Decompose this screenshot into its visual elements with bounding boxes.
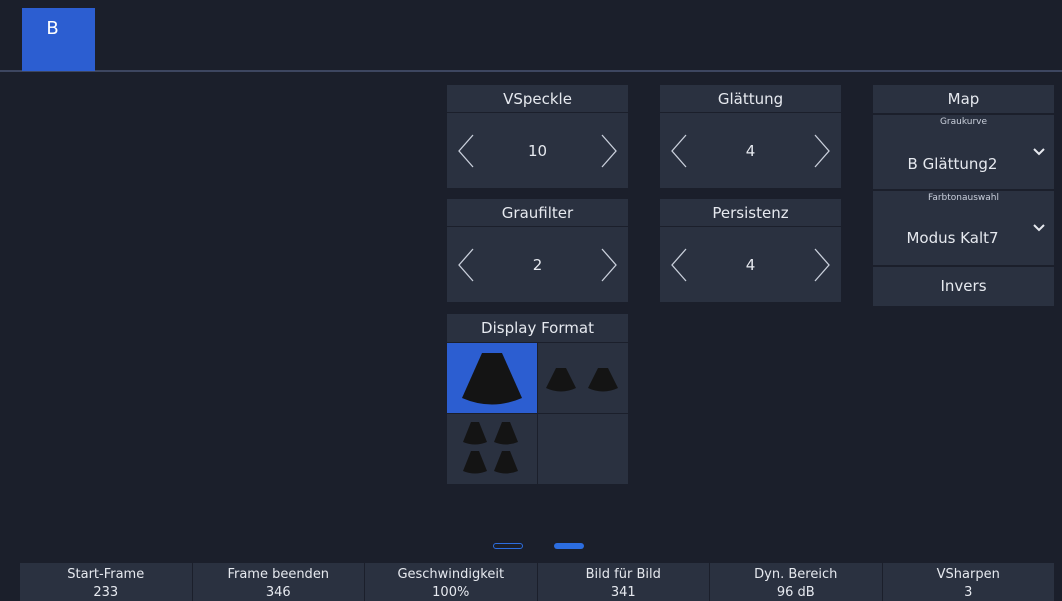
single-sector-icon — [462, 353, 522, 405]
vspeckle-title: VSpeckle — [447, 85, 628, 113]
map-title: Map — [873, 85, 1054, 113]
graukurve-dropdown[interactable]: Graukurve B Glättung2 — [873, 115, 1054, 189]
farbtonauswahl-value: Modus Kalt7 — [906, 229, 999, 247]
dyn-bereich-label: Dyn. Bereich — [754, 567, 838, 582]
display-format-title: Display Format — [447, 314, 628, 342]
start-frame-label: Start-Frame — [67, 567, 145, 582]
tab-b-label: B — [46, 18, 59, 39]
display-format-dual-option[interactable] — [538, 343, 628, 413]
persistenz-title: Persistenz — [660, 199, 841, 227]
glaettung-stepper: Glättung 4 — [660, 85, 841, 188]
farbtonauswahl-dropdown[interactable]: Farbtonauswahl Modus Kalt7 — [873, 191, 1054, 265]
vsharpen-control[interactable]: VSharpen 3 — [882, 563, 1054, 601]
bild-fuer-bild-label: Bild für Bild — [585, 567, 661, 582]
page-indicator-2[interactable] — [554, 543, 584, 549]
farbtonauswahl-label: Farbtonauswahl — [927, 193, 999, 203]
chevron-down-icon — [1033, 148, 1045, 156]
top-bar: B — [0, 0, 1062, 72]
bild-fuer-bild-control[interactable]: Bild für Bild 341 — [537, 563, 709, 601]
bild-fuer-bild-value: 341 — [610, 585, 636, 600]
glaettung-title: Glättung — [660, 85, 841, 113]
graufilter-title: Graufilter — [447, 199, 628, 227]
vspeckle-increase-chevron-right-icon[interactable] — [598, 131, 620, 171]
vspeckle-stepper: VSpeckle 10 — [447, 85, 628, 188]
vsharpen-value: 3 — [964, 585, 973, 600]
graufilter-increase-chevron-right-icon[interactable] — [598, 245, 620, 285]
display-format-single-option[interactable] — [447, 343, 537, 413]
graukurve-value: B Glättung2 — [907, 155, 998, 173]
start-frame-value: 233 — [93, 585, 119, 600]
vsharpen-label: VSharpen — [936, 567, 1000, 582]
dyn-bereich-value: 96 dB — [776, 585, 815, 600]
bottom-bar: Start-Frame 233 Frame beenden 346 Geschw… — [20, 563, 1054, 601]
glaettung-increase-chevron-right-icon[interactable] — [811, 131, 833, 171]
tab-b-mode[interactable]: B — [22, 8, 95, 71]
frame-beenden-control[interactable]: Frame beenden 346 — [192, 563, 364, 601]
chevron-down-icon — [1033, 224, 1045, 232]
graukurve-label: Graukurve — [939, 117, 988, 127]
geschwindigkeit-value: 100% — [432, 585, 470, 600]
geschwindigkeit-label: Geschwindigkeit — [397, 567, 505, 582]
frame-beenden-value: 346 — [265, 585, 291, 600]
invers-button[interactable]: Invers — [873, 267, 1054, 306]
quad-sector-icon — [463, 422, 518, 474]
start-frame-control[interactable]: Start-Frame 233 — [20, 563, 192, 601]
persistenz-increase-chevron-right-icon[interactable] — [811, 245, 833, 285]
graufilter-stepper: Graufilter 2 — [447, 199, 628, 302]
geschwindigkeit-control[interactable]: Geschwindigkeit 100% — [365, 563, 537, 601]
persistenz-stepper: Persistenz 4 — [660, 199, 841, 302]
display-format-quad-option[interactable] — [447, 414, 537, 484]
dual-sector-icon — [546, 368, 618, 392]
display-format-empty-cell — [538, 414, 628, 484]
invers-label: Invers — [940, 277, 987, 295]
map-panel: Map Graukurve B Glättung2 Farbtonauswahl… — [873, 85, 1054, 306]
dyn-bereich-control[interactable]: Dyn. Bereich 96 dB — [710, 563, 882, 601]
page-indicator-1[interactable] — [493, 543, 523, 549]
frame-beenden-label: Frame beenden — [227, 567, 330, 582]
